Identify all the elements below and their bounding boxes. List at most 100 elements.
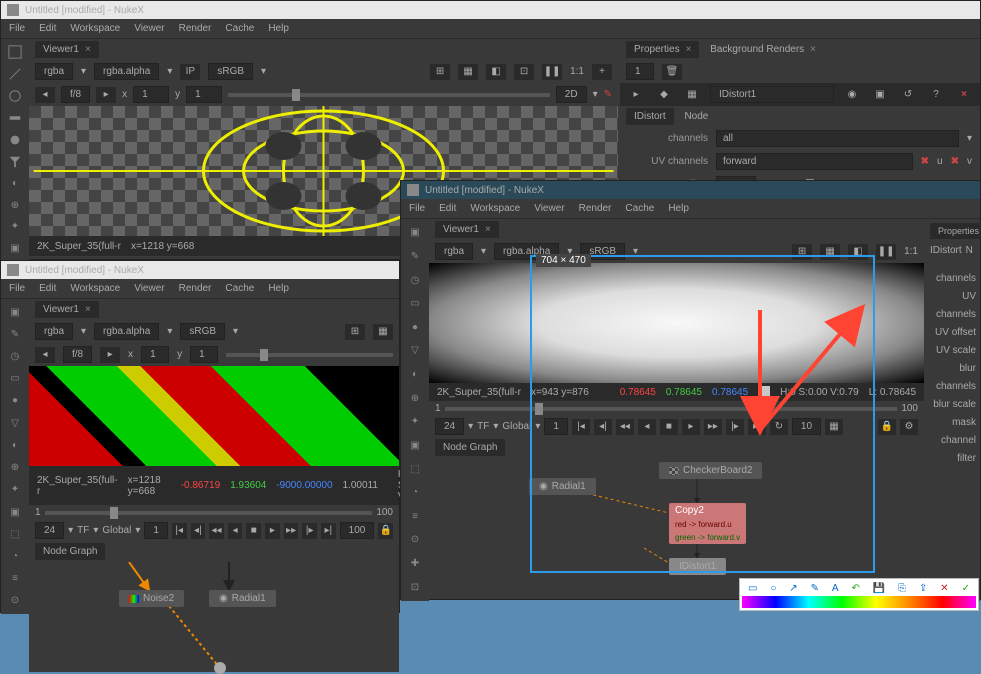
revert-icon[interactable]: ↺ [898,87,918,103]
wipe-icon[interactable]: ⊞ [430,64,450,80]
filter-tool-icon[interactable] [5,155,25,169]
menu-help[interactable]: Help [268,23,289,34]
clip-icon[interactable]: ▦ [458,64,478,80]
tool-icon[interactable]: ⊡ [405,579,425,595]
back-icon[interactable]: ◂◂ [209,523,224,539]
loop-icon[interactable]: ↻ [770,419,788,435]
menu-file[interactable]: File [9,283,25,294]
menu-cache[interactable]: Cache [225,23,254,34]
tool-icon[interactable]: ✎ [5,327,25,341]
count-input[interactable]: 1 [626,63,654,80]
tool-icon[interactable]: ▽ [405,343,425,359]
pen-icon[interactable]: ✎ [604,89,612,100]
tool-icon[interactable]: ⊕ [5,461,25,475]
prev-icon[interactable]: ◂ [35,87,55,103]
close-icon[interactable]: × [810,44,816,55]
close-button[interactable]: × [954,87,974,103]
cs-select[interactable]: sRGB [180,323,225,340]
copy-node[interactable]: Copy2 red -> forward.u green -> forward.… [669,503,746,544]
dropdown-icon[interactable]: ▾ [967,133,972,144]
fps[interactable]: 24 [35,522,64,539]
arrow-icon[interactable]: ↗ [789,583,797,594]
tool-icon[interactable]: ≡ [5,572,25,586]
menu-workspace[interactable]: Workspace [70,283,120,294]
node-name[interactable]: IDistort1 [710,86,834,103]
x-badge[interactable]: ✖ [921,156,929,167]
timeline-slider[interactable] [445,407,898,411]
uvchannels-input[interactable]: forward [716,153,913,170]
gain-slider[interactable] [228,93,550,97]
timeline-slider[interactable] [45,511,373,515]
viewer-dot[interactable] [214,662,226,674]
back-icon[interactable]: ◂◂ [616,419,634,435]
radial-node[interactable]: ◉ Radial1 [209,590,276,607]
viewer-tab[interactable]: Viewer1× [35,301,99,318]
menu-viewer[interactable]: Viewer [134,283,164,294]
menu-file[interactable]: File [9,23,25,34]
color-gradient[interactable] [742,596,976,608]
icon[interactable]: ▦ [373,324,393,340]
tool-icon[interactable]: ▣ [405,225,425,241]
menu-cache[interactable]: Cache [225,283,254,294]
menu-workspace[interactable]: Workspace [470,203,520,214]
dim-select[interactable]: 2D [556,86,587,103]
tool-icon[interactable]: ◔ [405,485,425,501]
dropdown-icon[interactable]: ▾ [261,66,266,77]
lock-icon[interactable]: 🔒 [378,523,393,539]
plus-icon[interactable]: + [592,64,612,80]
next-key-icon[interactable]: |▸ [726,419,744,435]
viewer-image[interactable] [29,366,399,466]
save-icon[interactable]: 💾 [873,583,885,594]
menu-help[interactable]: Help [268,283,289,294]
titlebar[interactable]: Untitled [modified] - NukeX [1,261,399,279]
keyer-tool-icon[interactable]: ◐ [5,177,25,191]
image-tool-icon[interactable] [5,45,25,59]
copy-icon[interactable]: ⎘ [898,583,906,594]
titlebar[interactable]: Untitled [modified] - NukeX [1,1,980,19]
help-icon[interactable]: ? [926,87,946,103]
frame-input-2[interactable]: 1 [186,86,222,103]
copy-icon[interactable]: ▣ [870,87,890,103]
checker-node[interactable]: CheckerBoard2 [659,462,762,479]
next-icon[interactable]: ▸▸ [284,523,299,539]
menu-render[interactable]: Render [179,283,212,294]
frame-input[interactable]: 1 [133,86,169,103]
pause-icon[interactable]: ❚❚ [542,64,562,80]
tool-icon[interactable]: ◷ [405,272,425,288]
tool-icon[interactable]: ◔ [5,549,25,563]
x-badge[interactable]: ✖ [951,156,959,167]
next-icon[interactable]: ▸▸ [704,419,722,435]
fstop[interactable]: f/8 [61,86,90,103]
nodegraph-tab[interactable]: Node Graph [35,543,105,560]
menu-cache[interactable]: Cache [625,203,654,214]
tool-icon[interactable]: ◐ [5,438,25,452]
close-icon[interactable]: × [686,44,692,55]
zoom-ratio[interactable]: 1:1 [570,66,584,77]
play-icon[interactable]: ▸ [682,419,700,435]
bg-renders-tab[interactable]: Background Renders× [702,41,824,58]
last-icon[interactable]: ▸| [321,523,336,539]
lock-icon[interactable]: 🔒 [878,419,896,435]
merge-tool-icon[interactable]: ⊕ [5,199,25,213]
nodegraph-tab[interactable]: Node Graph [435,439,505,456]
titlebar[interactable]: Untitled [modified] - NukeX [401,181,980,199]
ip-button[interactable]: IP [180,64,200,80]
prev-key-icon[interactable]: ◂| [191,523,206,539]
tool-icon[interactable]: ⊕ [405,390,425,406]
color-tool-icon[interactable] [5,133,25,147]
center-icon[interactable]: ◉ [842,87,862,103]
node-graph[interactable]: ◉Radial1 CheckerBoard2 Copy2 red -> forw… [429,458,924,588]
viewer-image[interactable] [429,263,924,383]
ok-icon[interactable]: ✓ [962,583,970,594]
icon[interactable]: ⊞ [792,244,812,260]
next-icon[interactable]: ▸ [96,87,116,103]
tool-icon[interactable]: ▭ [5,372,25,386]
tool-icon[interactable]: ▣ [5,505,25,519]
tool-icon[interactable]: ✎ [405,249,425,265]
channels-select[interactable]: rgba [35,63,73,80]
close-icon[interactable]: × [485,224,491,235]
radial-node[interactable]: ◉Radial1 [529,478,596,495]
channels-input[interactable]: all [716,130,959,147]
last-icon[interactable]: ▸| [748,419,766,435]
first-icon[interactable]: |◂ [172,523,187,539]
